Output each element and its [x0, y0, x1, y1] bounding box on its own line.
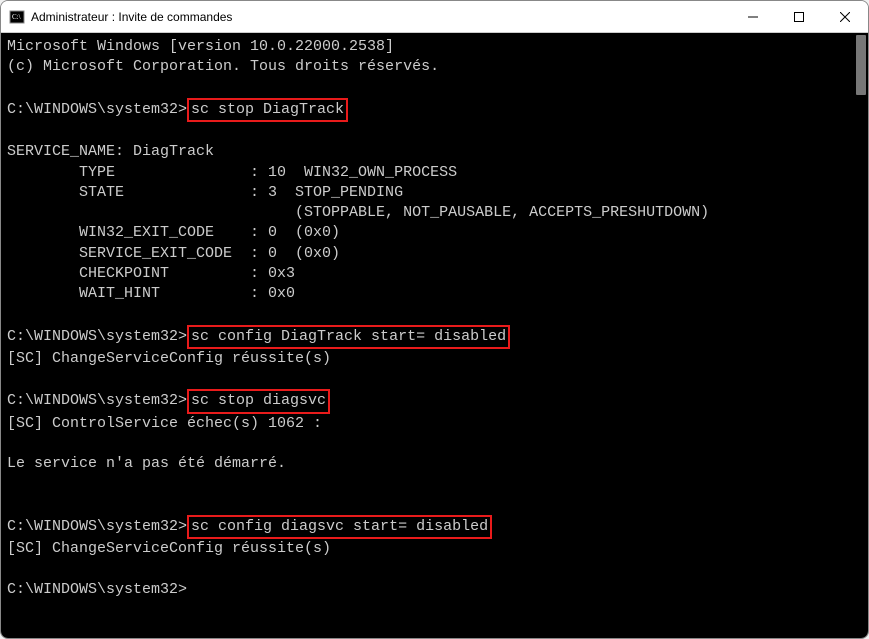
command-highlight: sc config DiagTrack start= disabled — [187, 325, 510, 349]
scrollbar-thumb[interactable] — [856, 35, 866, 95]
command-highlight: sc config diagsvc start= disabled — [187, 515, 492, 539]
command-highlight: sc stop DiagTrack — [187, 98, 348, 122]
prompt: C:\WINDOWS\system32> — [7, 392, 187, 409]
titlebar[interactable]: C:\ Administrateur : Invite de commandes — [1, 1, 868, 33]
minimize-button[interactable] — [730, 1, 776, 33]
prompt: C:\WINDOWS\system32> — [7, 581, 187, 598]
output-line: STATE : 3 STOP_PENDING — [7, 183, 862, 203]
output-line: CHECKPOINT : 0x3 — [7, 264, 862, 284]
terminal-area[interactable]: Microsoft Windows [version 10.0.22000.25… — [1, 33, 868, 638]
output-line: WAIT_HINT : 0x0 — [7, 284, 862, 304]
command-highlight: sc stop diagsvc — [187, 389, 330, 413]
prompt: C:\WINDOWS\system32> — [7, 328, 187, 345]
svg-text:C:\: C:\ — [12, 13, 21, 21]
output-line: [SC] ControlService échec(s) 1062 : — [7, 414, 862, 434]
output-line: Le service n'a pas été démarré. — [7, 454, 862, 474]
prompt: C:\WINDOWS\system32> — [7, 101, 187, 118]
output-line: (STOPPABLE, NOT_PAUSABLE, ACCEPTS_PRESHU… — [7, 203, 862, 223]
banner-line: (c) Microsoft Corporation. Tous droits r… — [7, 57, 862, 77]
window-title: Administrateur : Invite de commandes — [31, 10, 730, 24]
output-line: SERVICE_EXIT_CODE : 0 (0x0) — [7, 244, 862, 264]
prompt: C:\WINDOWS\system32> — [7, 518, 187, 535]
close-button[interactable] — [822, 1, 868, 33]
maximize-button[interactable] — [776, 1, 822, 33]
output-line: [SC] ChangeServiceConfig réussite(s) — [7, 539, 862, 559]
output-line: TYPE : 10 WIN32_OWN_PROCESS — [7, 163, 862, 183]
banner-line: Microsoft Windows [version 10.0.22000.25… — [7, 37, 862, 57]
app-icon: C:\ — [9, 9, 25, 25]
output-line: [SC] ChangeServiceConfig réussite(s) — [7, 349, 862, 369]
command-prompt-window: C:\ Administrateur : Invite de commandes… — [0, 0, 869, 639]
output-line: SERVICE_NAME: DiagTrack — [7, 142, 862, 162]
output-line: WIN32_EXIT_CODE : 0 (0x0) — [7, 223, 862, 243]
